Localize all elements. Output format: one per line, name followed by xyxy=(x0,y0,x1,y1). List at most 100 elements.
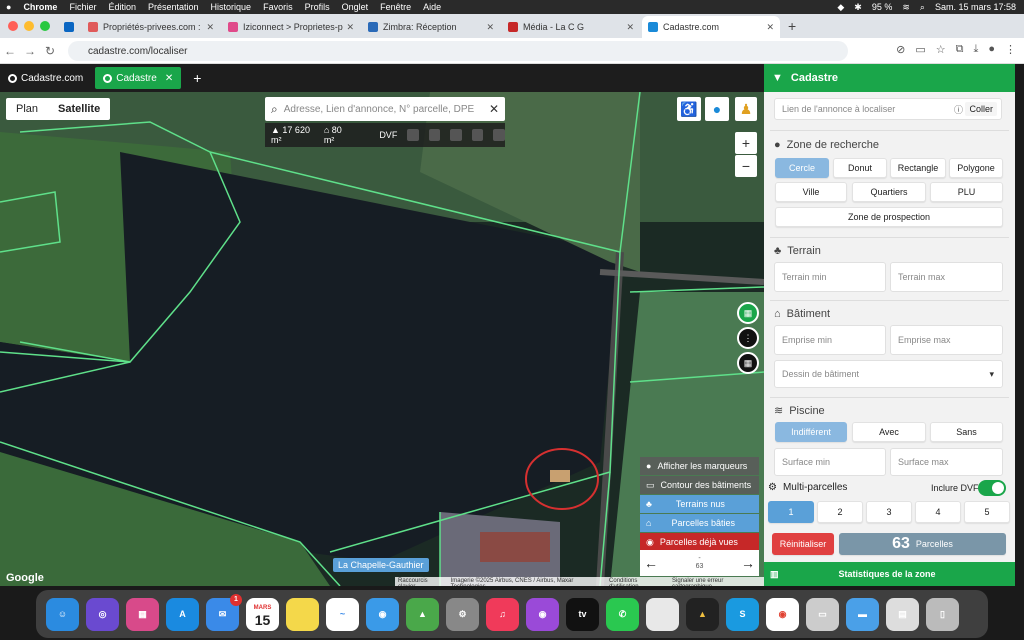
map-satellite-button[interactable]: Satellite xyxy=(48,98,110,120)
back-icon[interactable]: ← xyxy=(0,44,20,58)
podcasts-icon[interactable]: ◉ xyxy=(526,597,559,631)
reload-icon[interactable]: ↻ xyxy=(40,44,60,58)
terrain-min-input[interactable]: Terrain min xyxy=(774,262,886,292)
pool-without-chip[interactable]: Sans xyxy=(930,422,1003,442)
browser-tab[interactable]: Zimbra: Réception ✕ xyxy=(362,16,500,38)
zone-plu-chip[interactable]: PLU xyxy=(930,182,1003,202)
map-plan-button[interactable]: Plan xyxy=(6,98,48,120)
previous-arrow-button[interactable]: ← xyxy=(644,555,658,571)
layer-markers-toggle[interactable]: ● Afficher les marqueurs xyxy=(640,457,759,475)
app-tab-close-icon[interactable]: ✕ xyxy=(165,73,173,84)
eye-icon[interactable] xyxy=(450,129,462,141)
mail-icon[interactable] xyxy=(471,129,484,141)
mail-icon[interactable]: ✉ 1 xyxy=(206,593,242,631)
multi-parcel-5[interactable]: 5 xyxy=(964,501,1010,523)
battery-text[interactable]: 95 % xyxy=(872,2,893,12)
layer-buildings-toggle[interactable]: ▭ Contour des bâtiments xyxy=(640,476,759,494)
finder-icon[interactable]: ☺ xyxy=(46,597,79,631)
app-store-icon[interactable]: A xyxy=(166,597,199,631)
search-icon[interactable]: ⌕ xyxy=(920,2,925,13)
surface-min-input[interactable]: Surface min xyxy=(774,448,886,476)
multi-parcel-2[interactable]: 2 xyxy=(817,501,863,523)
browser-tab-linkedin[interactable] xyxy=(58,16,80,38)
zone-rectangle-chip[interactable]: Rectangle xyxy=(890,158,946,178)
multi-parcel-4[interactable]: 4 xyxy=(915,501,961,523)
address-bar[interactable]: cadastre.com/localiser xyxy=(68,41,848,61)
emprise-max-input[interactable]: Emprise max xyxy=(890,325,1003,355)
menu-favoris[interactable]: Favoris xyxy=(263,2,293,12)
close-window-button[interactable] xyxy=(8,21,18,31)
layer-bare-land-toggle[interactable]: ♣ Terrains nus xyxy=(640,495,759,513)
globe-icon[interactable]: ● xyxy=(705,97,729,121)
clear-search-icon[interactable]: ✕ xyxy=(489,102,499,116)
more-options-button[interactable]: ⋮ xyxy=(737,327,759,349)
terms-link[interactable]: Conditions d'utilisation xyxy=(609,578,666,586)
prospection-zone-button[interactable]: Zone de prospection xyxy=(775,207,1003,227)
zone-city-chip[interactable]: Ville xyxy=(775,182,847,202)
layer-seen-parcels-toggle[interactable]: ◉ Parcelles déjà vues xyxy=(640,533,759,551)
skype-icon[interactable]: S xyxy=(726,597,759,631)
menu-historique[interactable]: Historique xyxy=(211,2,252,12)
keyboard-shortcuts-link[interactable]: Raccourcis clavier xyxy=(398,578,445,586)
calendar-icon[interactable]: MARS 15 xyxy=(246,597,279,631)
zoom-window-button[interactable] xyxy=(40,21,50,31)
tab-close-icon[interactable]: ✕ xyxy=(206,22,214,33)
map-layers-button[interactable]: ▦ xyxy=(737,302,759,324)
accessibility-icon[interactable]: ♿ xyxy=(677,97,701,121)
app-add-tab-button[interactable]: + xyxy=(185,67,209,89)
safari-icon[interactable]: ◉ xyxy=(366,597,399,631)
maps-icon[interactable]: ▲ xyxy=(406,597,439,631)
menu-onglet[interactable]: Onglet xyxy=(342,2,369,12)
paste-button[interactable]: Coller xyxy=(965,102,997,116)
include-dvf-toggle[interactable] xyxy=(978,480,1006,496)
pool-with-chip[interactable]: Avec xyxy=(852,422,926,442)
browser-tab[interactable]: Iziconnect > Proprietes-prive✕ xyxy=(222,16,360,38)
pool-any-chip[interactable]: Indifférent xyxy=(775,422,847,442)
folder-icon[interactable]: ▬ xyxy=(846,597,879,631)
report-error-link[interactable]: Signaler une erreur cartographique xyxy=(672,578,761,586)
tab-close-icon[interactable]: ✕ xyxy=(486,22,494,33)
menu-fenetre[interactable]: Fenêtre xyxy=(380,2,411,12)
next-arrow-button[interactable]: → xyxy=(741,555,755,571)
dropbox-icon[interactable]: ◆ xyxy=(837,2,844,13)
app-tab-cadastre[interactable]: Cadastre ✕ xyxy=(95,67,182,89)
minimize-window-button[interactable] xyxy=(24,21,34,31)
satellite-map[interactable]: Plan Satellite ⌕ Adresse, Lien d'annonce… xyxy=(0,92,764,586)
menu-kebab-icon[interactable]: ⋮ xyxy=(1005,43,1016,56)
zone-donut-chip[interactable]: Donut xyxy=(833,158,887,178)
building-drawing-select[interactable]: Dessin de bâtiment ▾ xyxy=(774,360,1003,388)
tab-close-icon[interactable]: ✕ xyxy=(346,22,354,33)
emprise-min-input[interactable]: Emprise min xyxy=(774,325,886,355)
extensions-puzzle-icon[interactable]: ⧉ xyxy=(956,43,964,56)
trash-icon[interactable]: ▯ xyxy=(926,597,959,631)
layers-icon[interactable] xyxy=(428,129,441,141)
menu-profils[interactable]: Profils xyxy=(305,2,330,12)
multi-parcel-3[interactable]: 3 xyxy=(866,501,912,523)
profile-avatar[interactable]: ● xyxy=(988,43,995,56)
pin-icon[interactable] xyxy=(407,129,419,141)
zone-polygon-chip[interactable]: Polygone xyxy=(949,158,1003,178)
grid-view-button[interactable]: ▦ xyxy=(737,352,759,374)
notes-icon[interactable] xyxy=(286,597,319,631)
zoom-in-button[interactable]: + xyxy=(735,132,757,154)
music-icon[interactable]: ♫ xyxy=(486,597,519,631)
parcels-count-button[interactable]: 63 Parcelles xyxy=(839,533,1006,555)
whatsapp-icon[interactable]: ✆ xyxy=(606,597,639,631)
apple-icon[interactable]: ● xyxy=(6,2,11,12)
bookmark-star-icon[interactable]: ☆ xyxy=(936,43,946,56)
datetime[interactable]: Sam. 15 mars 17:58 xyxy=(935,2,1016,12)
user-icon[interactable] xyxy=(493,129,505,141)
address-search[interactable]: ⌕ Adresse, Lien d'annonce, N° parcelle, … xyxy=(265,97,505,121)
tab-close-icon[interactable]: ✕ xyxy=(626,22,634,33)
zone-stats-button[interactable]: ▥ Statistiques de la zone xyxy=(764,562,1015,586)
browser-tab[interactable]: Propriétés-privees.com : Esp✕ xyxy=(82,16,220,38)
bluetooth-icon[interactable]: ✱ xyxy=(854,2,862,13)
system-settings-icon[interactable]: ⚙ xyxy=(446,597,479,631)
terrain-max-input[interactable]: Terrain max xyxy=(890,262,1003,292)
downloads-stack-icon[interactable]: ▤ xyxy=(886,597,919,631)
browser-tab-active[interactable]: Cadastre.com ✕ xyxy=(642,16,780,38)
screenshot-icon[interactable]: ▭ xyxy=(806,597,839,631)
new-tab-button[interactable]: + xyxy=(788,18,796,34)
menu-fichier[interactable]: Fichier xyxy=(69,2,96,12)
menu-aide[interactable]: Aide xyxy=(423,2,441,12)
